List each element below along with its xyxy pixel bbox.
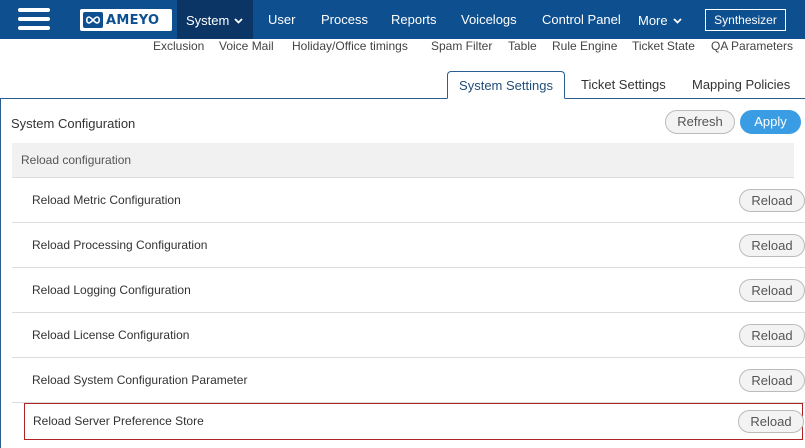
logo-text: AMEYO [106,12,160,28]
sublink-rule-engine[interactable]: Rule Engine [552,39,617,53]
row-label: Reload Metric Configuration [32,193,181,207]
chevron-down-icon [234,0,243,40]
config-row-processing: Reload Processing Configuration Reload [12,223,805,268]
config-row-server-preference: Reload Server Preference Store Reload [24,403,804,440]
infinity-icon [83,12,103,28]
sub-navigation: Exclusion Voice Mail Holiday/Office timi… [0,39,805,61]
top-nav-bar: AMEYO System User Process Reports Voicel… [0,0,805,39]
chevron-down-icon [672,0,682,40]
apply-button[interactable]: Apply [740,110,801,134]
row-label: Reload License Configuration [32,328,190,342]
sublink-qa-parameters[interactable]: QA Parameters [711,39,793,53]
nav-system-label: System [186,13,230,28]
row-label: Reload Logging Configuration [32,283,191,297]
reload-metric-button[interactable]: Reload [739,189,805,212]
sublink-ticket-state[interactable]: Ticket State [632,39,695,53]
sublink-exclusion[interactable]: Exclusion [153,39,204,53]
ameyo-logo[interactable]: AMEYO [80,9,172,31]
config-row-logging: Reload Logging Configuration Reload [12,268,805,313]
nav-voicelogs[interactable]: Voicelogs [461,0,517,39]
nav-reports[interactable]: Reports [391,0,437,39]
reload-license-button[interactable]: Reload [739,324,805,347]
nav-more[interactable]: More [638,0,682,39]
sublink-spam-filter[interactable]: Spam Filter [431,39,492,53]
nav-system[interactable]: System [177,0,253,39]
nav-more-label: More [638,13,668,28]
sublink-table[interactable]: Table [508,39,537,53]
reload-system-parameter-button[interactable]: Reload [739,369,805,392]
tab-divider [0,98,805,99]
tab-mapping-policies[interactable]: Mapping Policies [692,71,790,99]
reload-configuration-header: Reload configuration [12,143,794,178]
sublink-voice-mail[interactable]: Voice Mail [219,39,274,53]
tab-system-settings[interactable]: System Settings [447,71,565,99]
panel-left-border [0,98,1,448]
config-row-metric: Reload Metric Configuration Reload [12,178,805,223]
nav-user[interactable]: User [268,0,295,39]
row-label: Reload Processing Configuration [32,238,208,252]
hamburger-menu-icon[interactable] [18,8,50,30]
sublink-holiday-office-timings[interactable]: Holiday/Office timings [292,39,408,53]
reload-logging-button[interactable]: Reload [739,279,805,302]
synthesizer-button[interactable]: Synthesizer [705,9,786,31]
row-label: Reload Server Preference Store [33,414,204,428]
config-row-license: Reload License Configuration Reload [12,313,805,358]
reload-server-preference-button[interactable]: Reload [738,410,804,433]
reload-processing-button[interactable]: Reload [739,234,805,257]
tab-ticket-settings[interactable]: Ticket Settings [581,71,666,99]
config-row-system-parameter: Reload System Configuration Parameter Re… [12,358,805,403]
refresh-button[interactable]: Refresh [665,110,735,134]
nav-process[interactable]: Process [321,0,368,39]
nav-control-panel[interactable]: Control Panel [542,0,621,39]
row-label: Reload System Configuration Parameter [32,373,248,387]
section-title: System Configuration [11,116,136,131]
